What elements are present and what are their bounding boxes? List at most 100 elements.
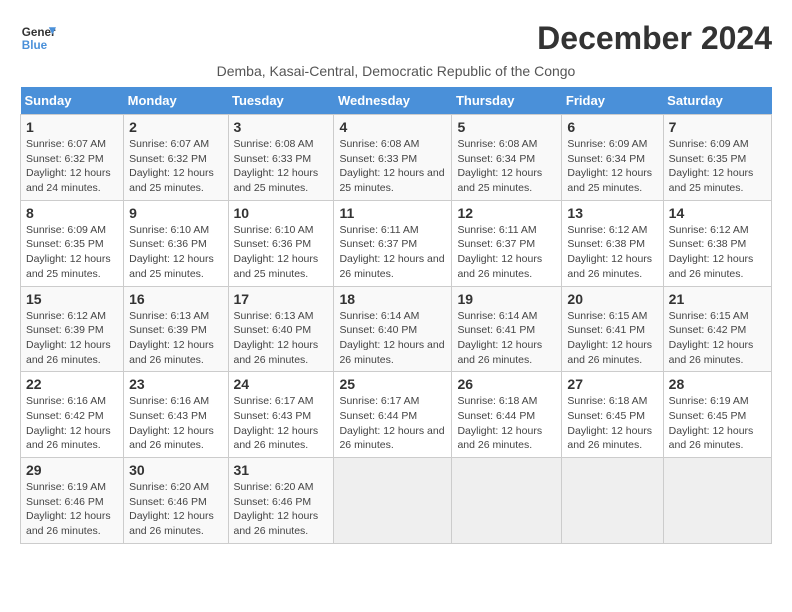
day-number: 10 [234,205,329,221]
subtitle: Demba, Kasai-Central, Democratic Republi… [20,63,772,79]
day-detail: Sunrise: 6:18 AMSunset: 6:44 PMDaylight:… [457,394,556,453]
day-detail: Sunrise: 6:09 AMSunset: 6:35 PMDaylight:… [26,223,118,282]
day-cell-27: 27Sunrise: 6:18 AMSunset: 6:45 PMDayligh… [562,372,663,458]
day-number: 13 [567,205,657,221]
day-detail: Sunrise: 6:13 AMSunset: 6:40 PMDaylight:… [234,309,329,368]
day-detail: Sunrise: 6:09 AMSunset: 6:34 PMDaylight:… [567,137,657,196]
day-cell-6: 6 Sunrise: 6:09 AMSunset: 6:34 PMDaylight… [562,115,663,201]
day-cell-1: 1Sunrise: 6:07 AMSunset: 6:32 PMDaylight… [21,115,124,201]
day-cell-3: 3 Sunrise: 6:08 AMSunset: 6:33 PMDaylight… [228,115,334,201]
day-cell-13: 13Sunrise: 6:12 AMSunset: 6:38 PMDayligh… [562,200,663,286]
logo: General Blue [20,20,56,56]
day-detail: Sunrise: 6:10 AMSunset: 6:36 PMDaylight:… [234,223,329,282]
day-number: 25 [339,376,446,392]
day-number: 22 [26,376,118,392]
empty-cell [334,458,452,544]
day-detail: Sunrise: 6:11 AMSunset: 6:37 PMDaylight:… [457,223,556,282]
day-detail: Sunrise: 6:13 AMSunset: 6:39 PMDaylight:… [129,309,222,368]
weekday-header-row: SundayMondayTuesdayWednesdayThursdayFrid… [21,87,772,115]
day-cell-26: 26 Sunrise: 6:18 AMSunset: 6:44 PMDayligh… [452,372,562,458]
day-number: 15 [26,291,118,307]
week-row-4: 22Sunrise: 6:16 AMSunset: 6:42 PMDayligh… [21,372,772,458]
week-row-3: 15 Sunrise: 6:12 AMSunset: 6:39 PMDayligh… [21,286,772,372]
month-title: December 2024 [537,20,772,57]
day-cell-9: 9 Sunrise: 6:10 AMSunset: 6:36 PMDaylight… [124,200,228,286]
day-number: 17 [234,291,329,307]
week-row-5: 29Sunrise: 6:19 AMSunset: 6:46 PMDayligh… [21,458,772,544]
day-number: 18 [339,291,446,307]
day-cell-10: 10 Sunrise: 6:10 AMSunset: 6:36 PMDayligh… [228,200,334,286]
day-cell-23: 23Sunrise: 6:16 AMSunset: 6:43 PMDayligh… [124,372,228,458]
day-number: 30 [129,462,222,478]
day-number: 14 [669,205,766,221]
day-cell-24: 24 Sunrise: 6:17 AMSunset: 6:43 PMDayligh… [228,372,334,458]
day-number: 7 [669,119,766,135]
weekday-header-thursday: Thursday [452,87,562,115]
day-number: 4 [339,119,446,135]
day-number: 20 [567,291,657,307]
day-number: 19 [457,291,556,307]
weekday-header-sunday: Sunday [21,87,124,115]
day-cell-4: 4 Sunrise: 6:08 AMSunset: 6:33 PMDaylight… [334,115,452,201]
day-number: 12 [457,205,556,221]
logo-icon: General Blue [20,20,56,56]
day-number: 2 [129,119,222,135]
weekday-header-friday: Friday [562,87,663,115]
day-number: 21 [669,291,766,307]
day-detail: Sunrise: 6:17 AMSunset: 6:43 PMDaylight:… [234,394,329,453]
day-number: 8 [26,205,118,221]
day-number: 28 [669,376,766,392]
day-cell-15: 15 Sunrise: 6:12 AMSunset: 6:39 PMDayligh… [21,286,124,372]
day-cell-14: 14 Sunrise: 6:12 AMSunset: 6:38 PMDayligh… [663,200,771,286]
day-number: 11 [339,205,446,221]
weekday-header-tuesday: Tuesday [228,87,334,115]
day-detail: Sunrise: 6:08 AMSunset: 6:33 PMDaylight:… [234,137,329,196]
week-row-1: 1 Sunrise: 6:07 AMSunset: 6:32 PMDaylight… [21,115,772,201]
calendar-body: 1 Sunrise: 6:07 AMSunset: 6:32 PMDaylight… [21,115,772,544]
day-cell-19: 19 Sunrise: 6:14 AMSunset: 6:41 PMDayligh… [452,286,562,372]
day-number: 3 [234,119,329,135]
day-cell-8: 8 Sunrise: 6:09 AMSunset: 6:35 PMDaylight… [21,200,124,286]
weekday-header-wednesday: Wednesday [334,87,452,115]
week-row-2: 8 Sunrise: 6:09 AMSunset: 6:35 PMDaylight… [21,200,772,286]
day-cell-16: 16Sunrise: 6:13 AMSunset: 6:39 PMDayligh… [124,286,228,372]
day-detail: Sunrise: 6:08 AMSunset: 6:33 PMDaylight:… [339,137,446,196]
day-detail: Sunrise: 6:12 AMSunset: 6:38 PMDaylight:… [669,223,766,282]
day-detail: Sunrise: 6:19 AMSunset: 6:45 PMDaylight:… [669,394,766,453]
day-detail: Sunrise: 6:18 AMSunset: 6:45 PMDaylight:… [567,394,657,453]
day-number: 31 [234,462,329,478]
day-number: 24 [234,376,329,392]
day-cell-29: 29Sunrise: 6:19 AMSunset: 6:46 PMDayligh… [21,458,124,544]
title-area: December 2024 [537,20,772,57]
day-number: 9 [129,205,222,221]
day-detail: Sunrise: 6:15 AMSunset: 6:42 PMDaylight:… [669,309,766,368]
day-detail: Sunrise: 6:11 AMSunset: 6:37 PMDaylight:… [339,223,446,282]
day-detail: Sunrise: 6:15 AMSunset: 6:41 PMDaylight:… [567,309,657,368]
day-cell-7: 7Sunrise: 6:09 AMSunset: 6:35 PMDaylight… [663,115,771,201]
day-number: 1 [26,119,118,135]
day-cell-17: 17 Sunrise: 6:13 AMSunset: 6:40 PMDayligh… [228,286,334,372]
day-cell-11: 11 Sunrise: 6:11 AMSunset: 6:37 PMDayligh… [334,200,452,286]
day-detail: Sunrise: 6:19 AMSunset: 6:46 PMDaylight:… [26,480,118,539]
day-detail: Sunrise: 6:10 AMSunset: 6:36 PMDaylight:… [129,223,222,282]
day-detail: Sunrise: 6:07 AMSunset: 6:32 PMDaylight:… [129,137,222,196]
day-detail: Sunrise: 6:20 AMSunset: 6:46 PMDaylight:… [129,480,222,539]
day-cell-22: 22Sunrise: 6:16 AMSunset: 6:42 PMDayligh… [21,372,124,458]
svg-text:Blue: Blue [22,39,48,52]
empty-cell [562,458,663,544]
day-number: 26 [457,376,556,392]
day-cell-21: 21 Sunrise: 6:15 AMSunset: 6:42 PMDayligh… [663,286,771,372]
day-cell-12: 12 Sunrise: 6:11 AMSunset: 6:37 PMDayligh… [452,200,562,286]
weekday-header-saturday: Saturday [663,87,771,115]
day-cell-31: 31Sunrise: 6:20 AMSunset: 6:46 PMDayligh… [228,458,334,544]
day-cell-25: 25 Sunrise: 6:17 AMSunset: 6:44 PMDayligh… [334,372,452,458]
empty-cell [663,458,771,544]
day-detail: Sunrise: 6:14 AMSunset: 6:41 PMDaylight:… [457,309,556,368]
day-detail: Sunrise: 6:12 AMSunset: 6:39 PMDaylight:… [26,309,118,368]
day-detail: Sunrise: 6:14 AMSunset: 6:40 PMDaylight:… [339,309,446,368]
day-cell-18: 18 Sunrise: 6:14 AMSunset: 6:40 PMDayligh… [334,286,452,372]
page-header: General Blue December 2024 [20,20,772,57]
calendar-table: SundayMondayTuesdayWednesdayThursdayFrid… [20,87,772,544]
day-number: 6 [567,119,657,135]
day-detail: Sunrise: 6:17 AMSunset: 6:44 PMDaylight:… [339,394,446,453]
